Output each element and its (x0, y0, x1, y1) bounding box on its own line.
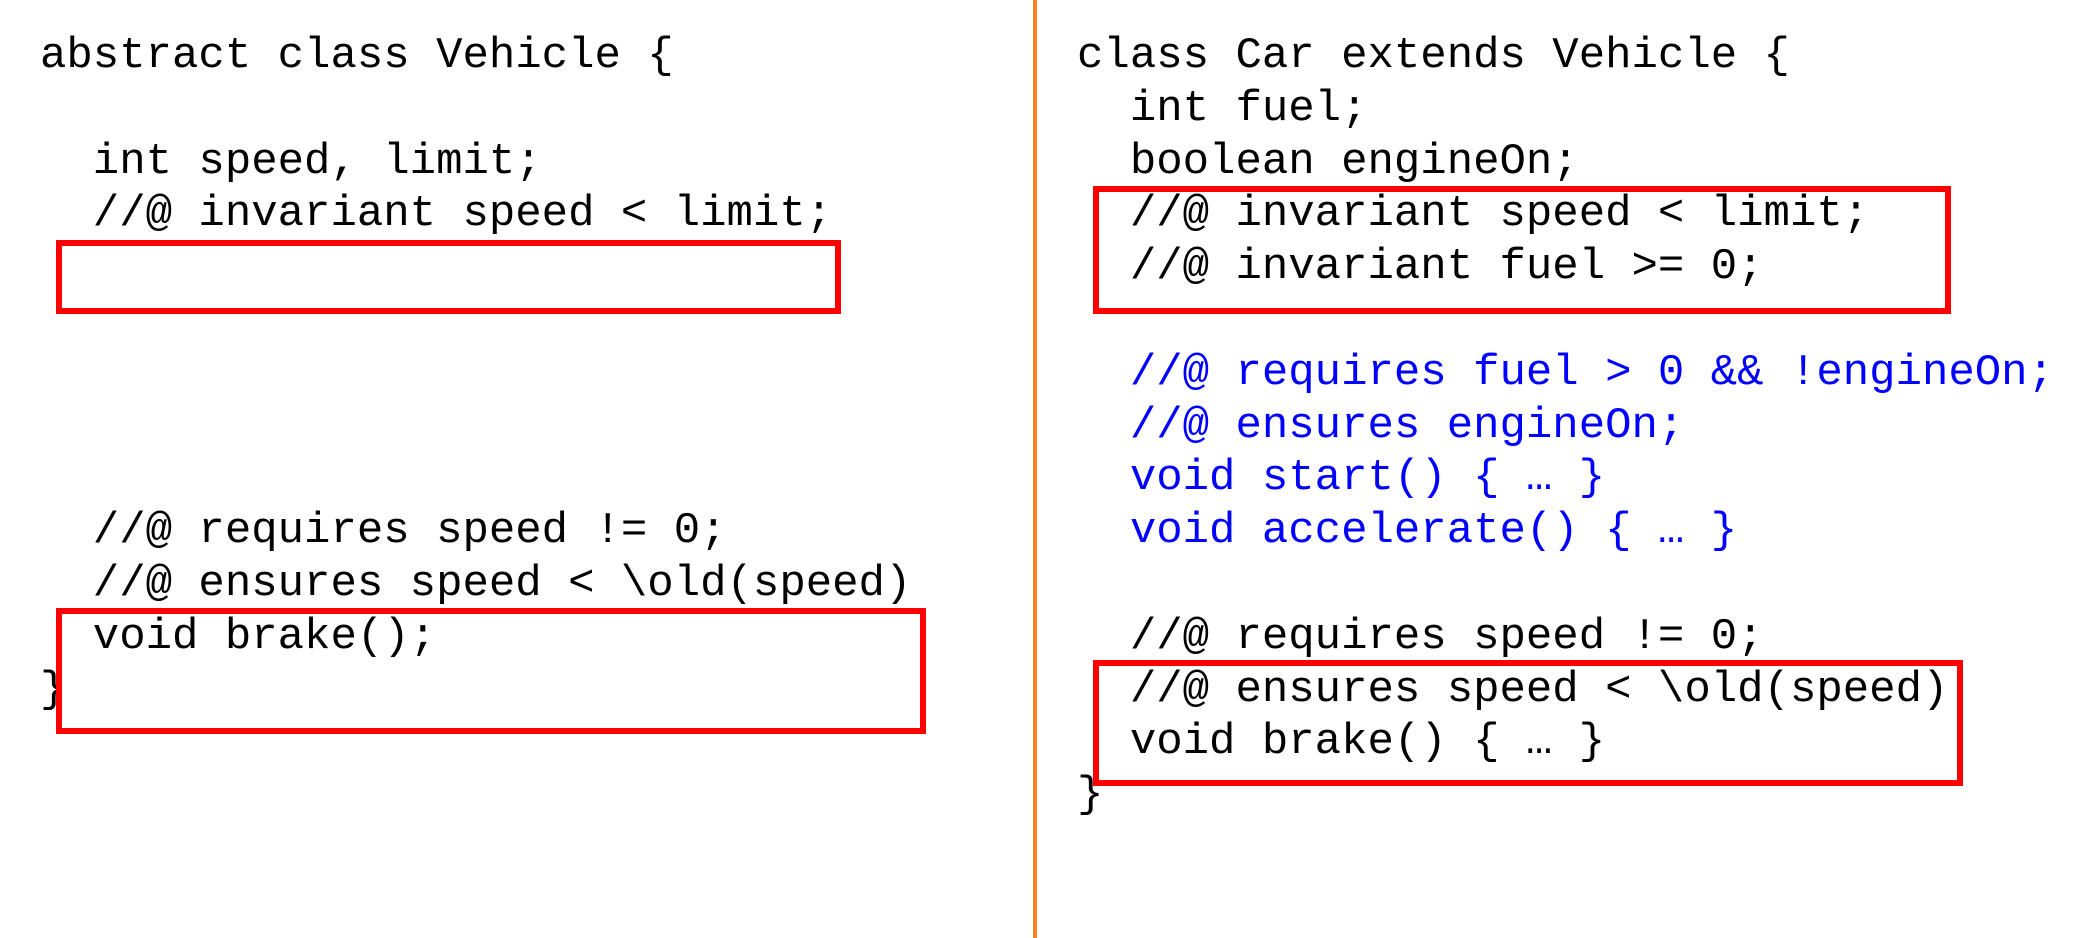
code-line: //@ requires speed != 0; (40, 506, 727, 556)
code-line: //@ invariant speed < limit; (40, 189, 832, 239)
right-pane-car: class Car extends Vehicle { int fuel; bo… (1037, 0, 2084, 938)
code-line: //@ ensures speed < \old(speed) (40, 559, 911, 609)
code-comparison: abstract class Vehicle { int speed, limi… (0, 0, 2084, 938)
code-line: //@ ensures speed < \old(speed) (1077, 665, 1948, 715)
code-line: void brake() { … } (1077, 717, 1605, 767)
code-line: void brake(); (40, 612, 436, 662)
vehicle-code: abstract class Vehicle { int speed, limi… (40, 30, 1003, 716)
code-line: //@ invariant speed < limit; (1077, 189, 1869, 239)
code-line: int speed, limit; (40, 137, 542, 187)
code-line-added: //@ ensures engineOn; (1077, 401, 1684, 451)
code-line: class Car extends Vehicle { (1077, 31, 1790, 81)
code-line: abstract class Vehicle { (40, 31, 674, 81)
code-line: } (1077, 770, 1103, 820)
code-line-added: void accelerate() { … } (1077, 506, 1737, 556)
code-line-added: void start() { … } (1077, 453, 1605, 503)
code-line: } (40, 665, 66, 715)
code-line: //@ invariant fuel >= 0; (1077, 242, 1764, 292)
left-pane-vehicle: abstract class Vehicle { int speed, limi… (0, 0, 1033, 938)
code-line: int fuel; (1077, 84, 1367, 134)
code-line-added: //@ requires fuel > 0 && !engineOn; (1077, 348, 2054, 398)
car-code: class Car extends Vehicle { int fuel; bo… (1077, 30, 2054, 822)
code-line: //@ requires speed != 0; (1077, 612, 1764, 662)
code-line: boolean engineOn; (1077, 137, 1579, 187)
